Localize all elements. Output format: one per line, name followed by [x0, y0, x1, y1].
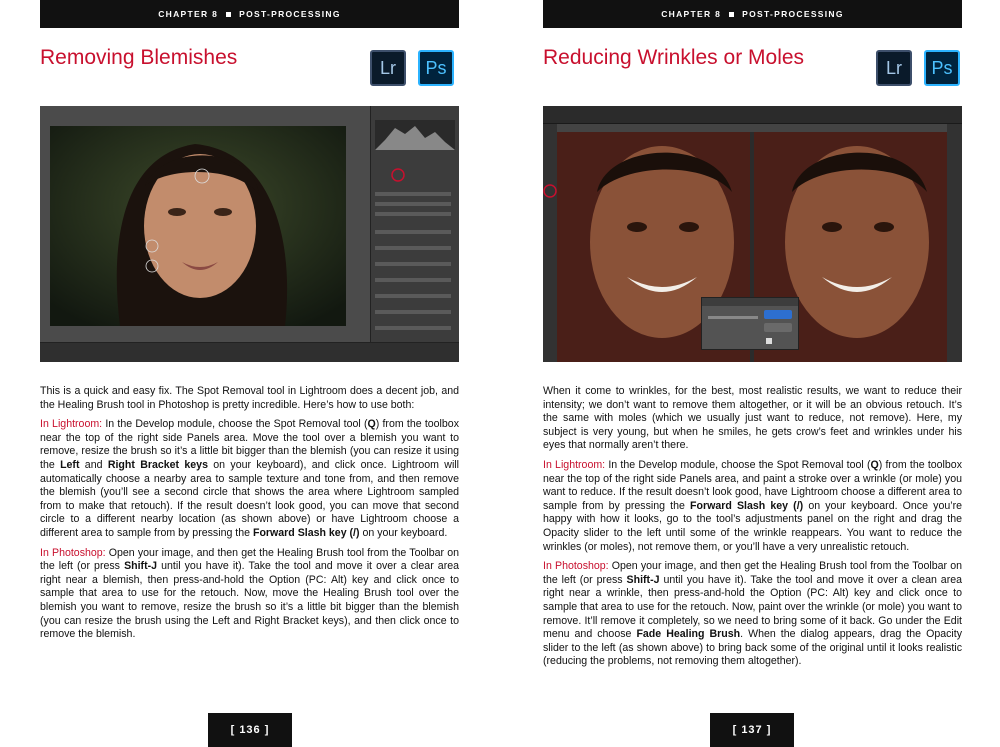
chapter-label: CHAPTER 8 — [661, 9, 722, 19]
lightroom-lead: In Lightroom: — [543, 458, 606, 471]
lightroom-paragraph: In Lightroom: In the Develop module, cho… — [543, 458, 962, 553]
photoshop-lead: In Photoshop: — [40, 546, 106, 559]
page-number: [ 136 ] — [208, 713, 292, 747]
photoshop-screenshot — [543, 106, 962, 362]
lightroom-icon: Lr — [370, 50, 406, 86]
photoshop-panels-strip — [947, 124, 962, 362]
photoshop-icon: Ps — [924, 50, 960, 86]
chapter-label: CHAPTER 8 — [158, 9, 219, 19]
photoshop-paragraph: In Photoshop: Open your image, and then … — [40, 546, 460, 641]
photoshop-icon: Ps — [418, 50, 454, 86]
lightroom-right-panel — [370, 106, 459, 362]
chapter-name: POST-PROCESSING — [742, 9, 844, 19]
lightroom-lead: In Lightroom: — [40, 418, 103, 431]
square-bullet-icon — [729, 11, 735, 17]
ok-button[interactable] — [764, 310, 792, 319]
spot-removal-tool-icon[interactable] — [391, 168, 405, 182]
lightroom-icon: Lr — [876, 50, 912, 86]
histogram-icon — [375, 120, 455, 150]
chapter-name: POST-PROCESSING — [239, 9, 341, 19]
page-137: CHAPTER 8 POST-PROCESSING Reducing Wrink… — [500, 0, 1000, 747]
intro-paragraph: When it come to wrinkles, for the best, … — [543, 385, 962, 452]
cancel-button[interactable] — [764, 323, 792, 332]
fade-dialog-titlebar — [702, 298, 798, 306]
intro-paragraph: This is a quick and easy fix. The Spot R… — [40, 385, 459, 411]
chapter-header: CHAPTER 8 POST-PROCESSING — [543, 0, 962, 28]
body-text: This is a quick and easy fix. The Spot R… — [40, 385, 459, 648]
section-title: Removing Blemishes — [40, 46, 238, 69]
portrait-photo — [50, 126, 346, 326]
preview-checkbox[interactable] — [766, 338, 772, 344]
photoshop-toolbar — [543, 124, 557, 362]
fade-dialog[interactable] — [701, 297, 799, 350]
healing-brush-tool-icon[interactable] — [543, 184, 557, 198]
lightroom-paragraph: In Lightroom: In the Develop module, cho… — [40, 418, 460, 539]
section-title: Reducing Wrinkles or Moles — [543, 46, 805, 69]
square-bullet-icon — [226, 11, 232, 17]
photoshop-document-tabs — [557, 124, 962, 132]
chapter-header: CHAPTER 8 POST-PROCESSING — [40, 0, 459, 28]
photoshop-lead: In Photoshop: — [543, 560, 609, 573]
photoshop-paragraph: In Photoshop: Open your image, and then … — [543, 560, 963, 668]
page-136: CHAPTER 8 POST-PROCESSING Removing Blemi… — [0, 0, 500, 747]
page-number: [ 137 ] — [710, 713, 794, 747]
photoshop-options-bar — [543, 106, 962, 124]
lightroom-toolbar — [40, 342, 459, 362]
body-text: When it come to wrinkles, for the best, … — [543, 385, 962, 675]
lightroom-photo-area — [40, 106, 370, 362]
opacity-slider[interactable] — [708, 316, 758, 319]
lightroom-screenshot — [40, 106, 459, 362]
